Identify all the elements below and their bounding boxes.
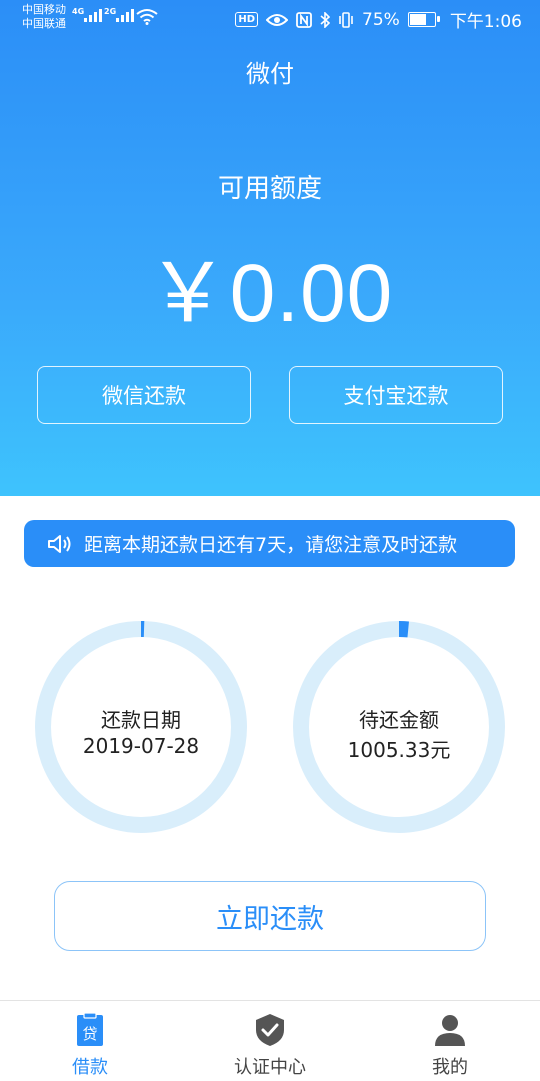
alipay-repay-button[interactable]: 支付宝还款 [289,366,503,424]
repay-now-button[interactable]: 立即还款 [54,881,486,951]
loan-icon-glyph: 贷 [82,1025,97,1043]
repayment-notice: 距离本期还款日还有7天，请您注意及时还款 [24,520,515,567]
due-date-value: 2019-07-28 [82,734,200,758]
user-icon [435,1015,465,1046]
amount-due-value: 1005.33元 [347,738,451,762]
battery-icon [407,12,440,27]
nav-label-mine: 我的 [432,1057,468,1078]
nav-label-certification: 认证中心 [234,1057,306,1078]
clock: 下午1:06 [449,12,522,32]
page-title: 微付 [246,60,294,88]
due-date-label: 还款日期 [101,708,181,732]
nav-item-mine[interactable]: 我的 [360,1001,540,1081]
due-date-ring: 还款日期 2019-07-28 [34,620,248,834]
carrier-info: 中国移动 中国联通 [22,3,66,31]
notice-text: 距离本期还款日还有7天，请您注意及时还款 [84,534,458,556]
shield-check-icon [256,1014,284,1046]
status-right: HD 75% 下午1:06 [235,7,522,32]
loan-icon: 贷 [77,1012,103,1046]
eye-comfort-icon [266,13,289,26]
bottom-nav: 贷 借款 认证中心 我的 [0,1000,540,1081]
network-type-2: 2G [104,7,117,16]
signal-icon [84,9,102,22]
nav-item-certification[interactable]: 认证中心 [180,1001,360,1081]
hd-icon: HD [235,12,259,27]
available-credit-label: 可用额度 [217,174,322,204]
network-type-1: 4G [72,7,85,16]
nav-item-loan[interactable]: 贷 借款 [0,1001,180,1081]
nfc-icon [296,11,312,28]
amount-due-ring: 待还金额 1005.33元 [292,620,506,834]
vibrate-icon [339,11,353,28]
speaker-icon [48,534,71,553]
bluetooth-icon [320,11,331,28]
nav-label-loan: 借款 [72,1057,108,1078]
wifi-icon [136,9,158,25]
status-bar: 中国移动 中国联通 4G 2G HD 75% 下午1:06 [0,0,540,36]
signal-icon [116,9,134,22]
header-banner: 中国移动 中国联通 4G 2G HD 75% 下午1:06 微付 可用额度 ￥0… [0,0,540,496]
carrier-1: 中国移动 [22,3,66,16]
amount-due-label: 待还金额 [359,708,439,732]
carrier-2: 中国联通 [22,17,66,30]
available-credit-amount: ￥0.00 [146,248,394,339]
battery-percent: 75% [362,9,400,30]
wechat-repay-button[interactable]: 微信还款 [37,366,251,424]
